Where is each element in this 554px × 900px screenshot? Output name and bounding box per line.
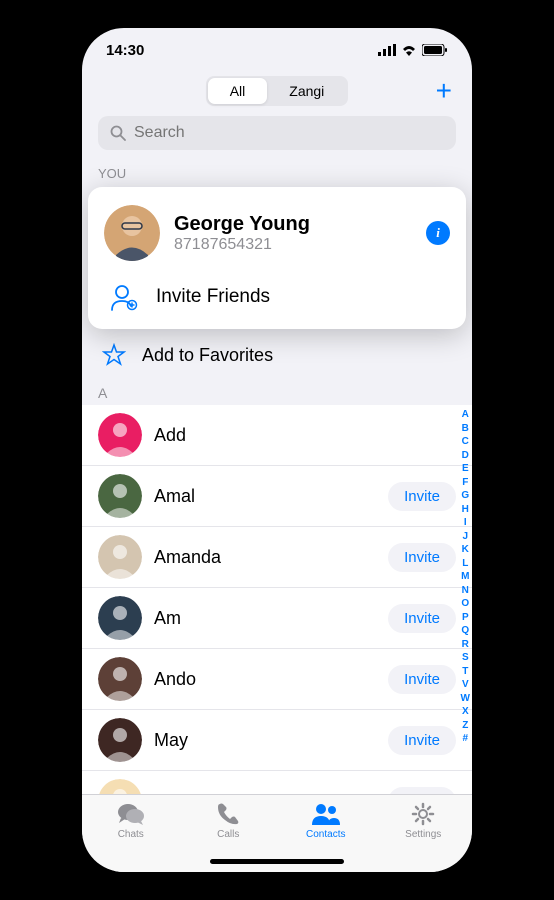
signal-icon bbox=[378, 44, 396, 56]
index-letter[interactable]: A bbox=[461, 408, 470, 422]
index-letter[interactable]: O bbox=[461, 597, 470, 611]
index-letter[interactable]: P bbox=[461, 611, 470, 625]
invite-friends-icon bbox=[108, 283, 140, 311]
contact-item[interactable]: Amanda Invite bbox=[82, 527, 472, 588]
letter-header-a: A bbox=[82, 381, 472, 405]
contact-name: Ando bbox=[154, 669, 376, 690]
index-letter[interactable]: V bbox=[461, 678, 470, 692]
tab-zangi[interactable]: Zangi bbox=[267, 78, 346, 104]
index-letter[interactable]: K bbox=[461, 543, 470, 557]
contact-avatar bbox=[98, 657, 142, 701]
index-letter[interactable]: G bbox=[461, 489, 470, 503]
search-input[interactable] bbox=[134, 124, 444, 142]
calls-icon bbox=[215, 801, 241, 827]
contact-item[interactable]: Ando Invite bbox=[82, 649, 472, 710]
invite-button[interactable]: Invite bbox=[388, 604, 456, 633]
contact-list: Add Amal Invite Amanda Invite Am Invite bbox=[82, 405, 472, 832]
invite-button[interactable]: Invite bbox=[388, 482, 456, 511]
nav-chats-label: Chats bbox=[118, 829, 144, 840]
contact-avatar bbox=[98, 413, 142, 457]
contact-item[interactable]: Amal Invite bbox=[82, 466, 472, 527]
contact-item[interactable]: Am Invite bbox=[82, 588, 472, 649]
index-letter[interactable]: I bbox=[461, 516, 470, 530]
index-letter[interactable]: E bbox=[461, 462, 470, 476]
wifi-icon bbox=[401, 44, 417, 56]
contact-name: May bbox=[154, 730, 376, 751]
index-letter[interactable]: W bbox=[461, 692, 470, 706]
contact-avatar bbox=[98, 718, 142, 762]
search-icon bbox=[110, 125, 126, 141]
nav-calls-label: Calls bbox=[217, 829, 239, 840]
contact-name: Am bbox=[154, 608, 376, 629]
nav-settings[interactable]: Settings bbox=[388, 801, 458, 872]
contact-name: Amanda bbox=[154, 547, 376, 568]
contact-name: Amal bbox=[154, 486, 376, 507]
status-bar: 14:30 bbox=[82, 28, 472, 72]
battery-icon bbox=[422, 44, 448, 56]
invite-friends-label: Invite Friends bbox=[156, 286, 270, 308]
tab-all[interactable]: All bbox=[208, 78, 268, 104]
index-letter[interactable]: L bbox=[461, 557, 470, 571]
search-bar[interactable] bbox=[98, 116, 456, 150]
index-letter[interactable]: F bbox=[461, 476, 470, 490]
segmented-control: All Zangi bbox=[206, 76, 349, 106]
index-letter[interactable]: B bbox=[461, 422, 470, 436]
index-letter[interactable]: C bbox=[461, 435, 470, 449]
info-button[interactable]: i bbox=[426, 221, 450, 245]
index-letter[interactable]: Q bbox=[461, 624, 470, 638]
status-icons bbox=[378, 44, 448, 56]
nav-chats[interactable]: Chats bbox=[96, 801, 166, 872]
index-letter[interactable]: # bbox=[461, 732, 470, 746]
invite-button[interactable]: Invite bbox=[388, 665, 456, 694]
index-letter[interactable]: J bbox=[461, 530, 470, 544]
add-button[interactable]: + bbox=[436, 75, 452, 107]
status-time: 14:30 bbox=[106, 42, 144, 59]
nav-settings-label: Settings bbox=[405, 829, 441, 840]
index-letter[interactable]: S bbox=[461, 651, 470, 665]
section-header-you: YOU bbox=[82, 160, 472, 187]
profile-card: George Young 87187654321 i Invite Friend… bbox=[88, 187, 466, 329]
contact-avatar bbox=[98, 596, 142, 640]
profile-name: George Young bbox=[174, 213, 412, 236]
index-letter[interactable]: M bbox=[461, 570, 470, 584]
profile-avatar bbox=[104, 205, 160, 261]
contact-avatar bbox=[98, 535, 142, 579]
contacts-icon bbox=[310, 801, 342, 827]
alpha-index[interactable]: ABCDEFGHIJKLMNOPQRSTVWXZ# bbox=[461, 408, 470, 746]
index-letter[interactable]: T bbox=[461, 665, 470, 679]
invite-button[interactable]: Invite bbox=[388, 726, 456, 755]
segmented-control-row: All Zangi + bbox=[82, 72, 472, 116]
settings-icon bbox=[410, 801, 436, 827]
contact-avatar bbox=[98, 474, 142, 518]
invite-friends-row[interactable]: Invite Friends bbox=[104, 283, 450, 311]
phone-frame: 14:30 All Zangi + YOU George Young 87187… bbox=[82, 28, 472, 872]
chats-icon bbox=[117, 801, 145, 827]
add-favorites-label: Add to Favorites bbox=[142, 345, 273, 366]
home-indicator[interactable] bbox=[210, 859, 344, 864]
contact-item[interactable]: May Invite bbox=[82, 710, 472, 771]
index-letter[interactable]: Z bbox=[461, 719, 470, 733]
index-letter[interactable]: D bbox=[461, 449, 470, 463]
contact-name: Add bbox=[154, 425, 456, 446]
add-favorites-row[interactable]: Add to Favorites bbox=[82, 329, 472, 381]
nav-contacts-label: Contacts bbox=[306, 829, 345, 840]
star-icon bbox=[102, 343, 126, 367]
invite-button[interactable]: Invite bbox=[388, 543, 456, 572]
index-letter[interactable]: H bbox=[461, 503, 470, 517]
index-letter[interactable]: N bbox=[461, 584, 470, 598]
profile-number: 87187654321 bbox=[174, 236, 412, 254]
contact-item[interactable]: Add bbox=[82, 405, 472, 466]
index-letter[interactable]: X bbox=[461, 705, 470, 719]
index-letter[interactable]: R bbox=[461, 638, 470, 652]
